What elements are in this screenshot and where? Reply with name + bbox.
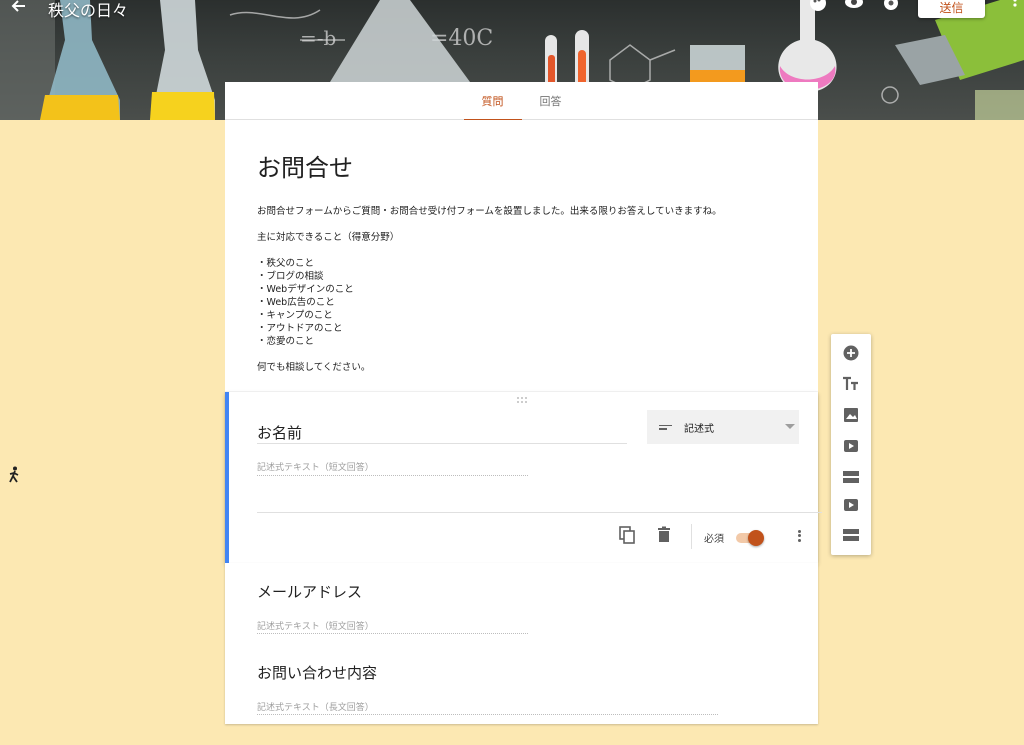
tab-responses[interactable]: 回答 xyxy=(522,82,580,120)
question-type-select[interactable]: 記述式 xyxy=(647,410,799,444)
description-paragraph: お問合せフォームからご質問・お問合せ受け付フォームを設置しました。出来る限りお答… xyxy=(257,206,722,217)
card-footer-divider xyxy=(257,512,822,513)
question-title[interactable]: メールアドレス xyxy=(257,581,362,602)
svg-text:=-b: =-b xyxy=(300,26,336,50)
send-button[interactable]: 送信 xyxy=(918,0,985,18)
add-question-icon[interactable] xyxy=(842,344,860,362)
required-toggle[interactable] xyxy=(734,530,764,546)
drag-handle-icon[interactable] xyxy=(516,396,530,404)
add-title-icon[interactable] xyxy=(842,375,860,393)
copy-icon[interactable] xyxy=(617,525,637,545)
side-toolbar xyxy=(831,334,871,555)
short-answer-icon xyxy=(659,423,672,432)
question-type-label: 記述式 xyxy=(684,423,714,435)
dropdown-caret-icon xyxy=(785,424,795,429)
description-list: ・秩父のこと ・ブログの相談 ・Webデザインのこと ・Web広告のこと ・キャ… xyxy=(257,258,354,347)
add-video-icon[interactable] xyxy=(842,496,860,514)
add-image-icon[interactable] xyxy=(842,406,860,424)
form-tabs: 質問 回答 xyxy=(225,82,818,121)
add-video-icon[interactable] xyxy=(842,437,860,455)
trash-icon[interactable] xyxy=(654,525,674,545)
description-paragraph: 何でも相談してください。 xyxy=(257,362,371,373)
toggle-thumb xyxy=(748,530,764,546)
add-section-icon[interactable] xyxy=(842,526,860,544)
form-description[interactable]: お問合せフォームからご質問・お問合せ受け付フォームを設置しました。出来る限りお答… xyxy=(257,205,786,374)
question-title-input[interactable]: お名前 xyxy=(257,422,627,444)
form-name[interactable]: 秩父の日々 xyxy=(48,0,128,21)
description-paragraph: 主に対応できること（得意分野） xyxy=(257,232,400,243)
footer-separator xyxy=(691,524,692,549)
form-header-card[interactable]: お問合せ お問合せフォームからご質問・お問合せ受け付フォームを設置しました。出来… xyxy=(225,120,818,392)
question-card-active[interactable]: お名前 記述式 記述式テキスト（短文回答） 必須 xyxy=(225,392,822,563)
back-arrow-icon[interactable] xyxy=(10,0,34,20)
answer-placeholder: 記述式テキスト（短文回答） xyxy=(257,460,528,476)
answer-placeholder: 記述式テキスト（長文回答） xyxy=(257,700,718,715)
answer-placeholder: 記述式テキスト（短文回答） xyxy=(257,619,528,634)
form-title[interactable]: お問合せ xyxy=(257,148,786,183)
walking-person-icon xyxy=(8,466,22,483)
required-label: 必須 xyxy=(704,534,724,545)
question-title[interactable]: お問い合わせ内容 xyxy=(257,662,377,683)
add-section-icon[interactable] xyxy=(842,468,860,486)
question-card[interactable]: メールアドレス 記述式テキスト（短文回答） お問い合わせ内容 記述式テキスト（長… xyxy=(225,563,818,724)
more-vert-icon[interactable] xyxy=(795,528,803,546)
tab-questions[interactable]: 質問 xyxy=(463,82,522,121)
